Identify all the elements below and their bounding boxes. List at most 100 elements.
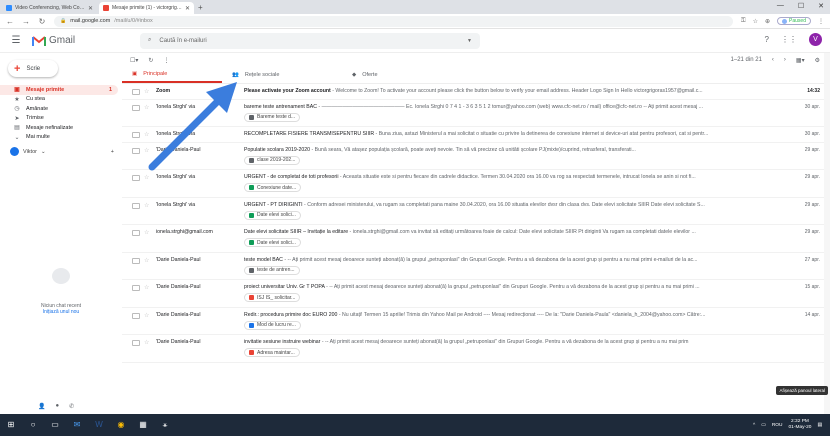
email-row[interactable]: ☆ 'Darie Daniela-Paul proiect universitar …: [122, 280, 830, 308]
compose-button[interactable]: + Scrie: [8, 60, 58, 77]
search-taskbar-icon[interactable]: ○: [28, 420, 38, 430]
bookmark-star-icon[interactable]: ☆: [753, 18, 758, 25]
url-field[interactable]: 🔒 mail.google.com/mail/u/0/#inbox: [54, 15, 734, 27]
row-checkbox[interactable]: [132, 175, 140, 181]
email-row[interactable]: ☆ 'Ionela Strghi' via URGENT - PT DIRIGINT…: [122, 198, 830, 225]
chat-icon[interactable]: ●: [55, 403, 59, 410]
star-toggle-icon[interactable]: ☆: [144, 229, 152, 252]
sidebar-item-inbox[interactable]: ▣ Mesaje primite 1: [0, 85, 118, 95]
hangouts-user[interactable]: Viktor ⌄ +: [0, 147, 122, 156]
maximize-button[interactable]: ☐: [798, 2, 804, 10]
tab-social[interactable]: 👥 Rețele sociale: [222, 67, 342, 83]
sidebar-item-drafts[interactable]: ▤ Mesaje nefinalizate: [0, 123, 118, 133]
key-icon[interactable]: ⚿: [741, 18, 746, 25]
email-row[interactable]: ☆ 'Ionela Strghi' via bareme teste antrena…: [122, 100, 830, 127]
menu-dots-icon[interactable]: ⋮: [818, 18, 824, 25]
email-row[interactable]: ☆ 'Darie Daniela-Paul Populatie scolara 20…: [122, 143, 830, 170]
reload-icon[interactable]: ↻: [38, 17, 46, 26]
chevron-right-icon[interactable]: ›: [784, 57, 786, 63]
sidebar-item-sent[interactable]: ➤ Trimise: [0, 114, 118, 124]
star-toggle-icon[interactable]: ☆: [144, 312, 152, 335]
profile-button[interactable]: Paused: [777, 17, 811, 25]
person-icon[interactable]: 👤: [38, 403, 45, 410]
star-toggle-icon[interactable]: ☆: [144, 339, 152, 362]
email-row[interactable]: ☆ 'Darie Daniela-Paul invitatie sesiune in…: [122, 335, 830, 363]
language-indicator[interactable]: ROU: [772, 423, 783, 428]
tab-primary[interactable]: ▣ Principale: [122, 67, 222, 83]
browser-tab-gmail[interactable]: Mesaje primite (1) - victorgrigo... ✕: [99, 2, 194, 14]
star-toggle-icon[interactable]: ☆: [144, 202, 152, 225]
email-row[interactable]: ☆ 'Ionela Strghi' via URGENT - de completa…: [122, 170, 830, 198]
row-checkbox[interactable]: [132, 104, 140, 111]
row-checkbox[interactable]: [132, 147, 140, 154]
windows-start-icon[interactable]: ⊞: [6, 420, 16, 430]
row-checkbox[interactable]: [132, 257, 140, 264]
main-menu-icon[interactable]: ☰: [0, 35, 32, 46]
notifications-icon[interactable]: ▤: [817, 423, 822, 428]
chevron-left-icon[interactable]: ‹: [772, 57, 774, 63]
account-avatar[interactable]: V: [809, 33, 822, 46]
settings-gear-icon[interactable]: ⚙: [815, 57, 820, 64]
row-checkbox[interactable]: [132, 202, 140, 209]
phone-icon[interactable]: ✆: [69, 403, 74, 410]
attachment-chip[interactable]: clase 2019-202...: [244, 155, 301, 165]
attachment-chip[interactable]: Bareme teste d...: [244, 112, 301, 122]
row-checkbox[interactable]: [132, 285, 140, 291]
add-chat-icon[interactable]: +: [111, 149, 114, 155]
gmail-logo[interactable]: Gmail: [32, 35, 122, 46]
store-app-icon[interactable]: ▦: [138, 420, 148, 430]
attachment-chip[interactable]: Date elevi solici...: [244, 238, 301, 247]
search-icon[interactable]: ⌕: [148, 37, 151, 44]
back-icon[interactable]: ←: [6, 17, 14, 26]
attachment-chip[interactable]: ISJ IS_ solicitar...: [244, 293, 301, 302]
star-toggle-icon[interactable]: ☆: [144, 88, 152, 99]
star-toggle-icon[interactable]: ☆: [144, 257, 152, 280]
row-checkbox[interactable]: [132, 132, 140, 138]
attachment-chip[interactable]: Adresa maintar...: [244, 348, 300, 357]
clock[interactable]: 2:32 PM 01-May-20: [789, 419, 812, 431]
sidebar-item-starred[interactable]: ★ Cu stea: [0, 95, 118, 105]
help-icon[interactable]: ?: [765, 35, 769, 44]
star-toggle-icon[interactable]: ☆: [144, 131, 152, 142]
star-toggle-icon[interactable]: ☆: [144, 104, 152, 127]
minimize-button[interactable]: —: [777, 2, 784, 10]
refresh-icon[interactable]: ↻: [148, 57, 153, 64]
network-app-icon[interactable]: ⚹: [160, 420, 170, 430]
attachment-chip[interactable]: Date elevi solici...: [244, 210, 301, 220]
more-options-icon[interactable]: ⋮: [163, 57, 169, 64]
attachment-chip[interactable]: Mod de lucru re...: [244, 320, 301, 330]
email-row[interactable]: ☆ Zoom Please activate your Zoom account -…: [122, 84, 830, 100]
row-checkbox[interactable]: [132, 312, 140, 319]
mail-app-icon[interactable]: ✉: [72, 420, 82, 430]
apps-grid-icon[interactable]: ⋮⋮: [781, 35, 797, 44]
chrome-app-icon[interactable]: ◉: [116, 420, 126, 430]
row-checkbox[interactable]: [132, 89, 140, 95]
input-tools-icon[interactable]: ▦▾: [796, 57, 805, 64]
search-options-icon[interactable]: ▼: [467, 38, 472, 44]
star-toggle-icon[interactable]: ☆: [144, 147, 152, 170]
search-input[interactable]: ⌕ Caută în e-mailuri ▼: [140, 32, 480, 49]
word-app-icon[interactable]: W: [94, 420, 104, 430]
email-row[interactable]: ☆ 'Darie Daniela-Paul teste model BAC - --…: [122, 253, 830, 280]
attachment-chip[interactable]: Conexiune date...: [244, 183, 302, 192]
select-all-checkbox[interactable]: ☐▾: [130, 57, 138, 64]
close-tab-icon[interactable]: ✕: [185, 5, 190, 12]
tray-chevron-icon[interactable]: ^: [753, 423, 755, 428]
network-icon[interactable]: ▭: [761, 423, 766, 428]
row-checkbox[interactable]: [132, 340, 140, 346]
extension-icon[interactable]: ⊕: [765, 18, 770, 25]
sidebar-item-snoozed[interactable]: ◷ Amânate: [0, 104, 118, 114]
email-row[interactable]: ☆ 'Darie Daniela-Paul Redir.: procedura pr…: [122, 308, 830, 335]
new-tab-button[interactable]: +: [198, 2, 203, 14]
sidebar-item-more[interactable]: ⌄ Mai multe: [0, 133, 118, 143]
star-toggle-icon[interactable]: ☆: [144, 174, 152, 197]
start-chat-link[interactable]: Inițiază unul nou: [0, 309, 122, 315]
task-view-icon[interactable]: ▭: [50, 420, 60, 430]
row-checkbox[interactable]: [132, 230, 140, 236]
close-tab-icon[interactable]: ✕: [88, 5, 93, 12]
star-toggle-icon[interactable]: ☆: [144, 284, 152, 307]
attachment-chip[interactable]: teste de antren...: [244, 265, 300, 275]
browser-tab-zoom[interactable]: Video Conferencing, Web Confe... ✕: [2, 2, 97, 14]
forward-icon[interactable]: →: [22, 17, 30, 26]
tab-promotions[interactable]: ◆ Oferte: [342, 67, 442, 83]
